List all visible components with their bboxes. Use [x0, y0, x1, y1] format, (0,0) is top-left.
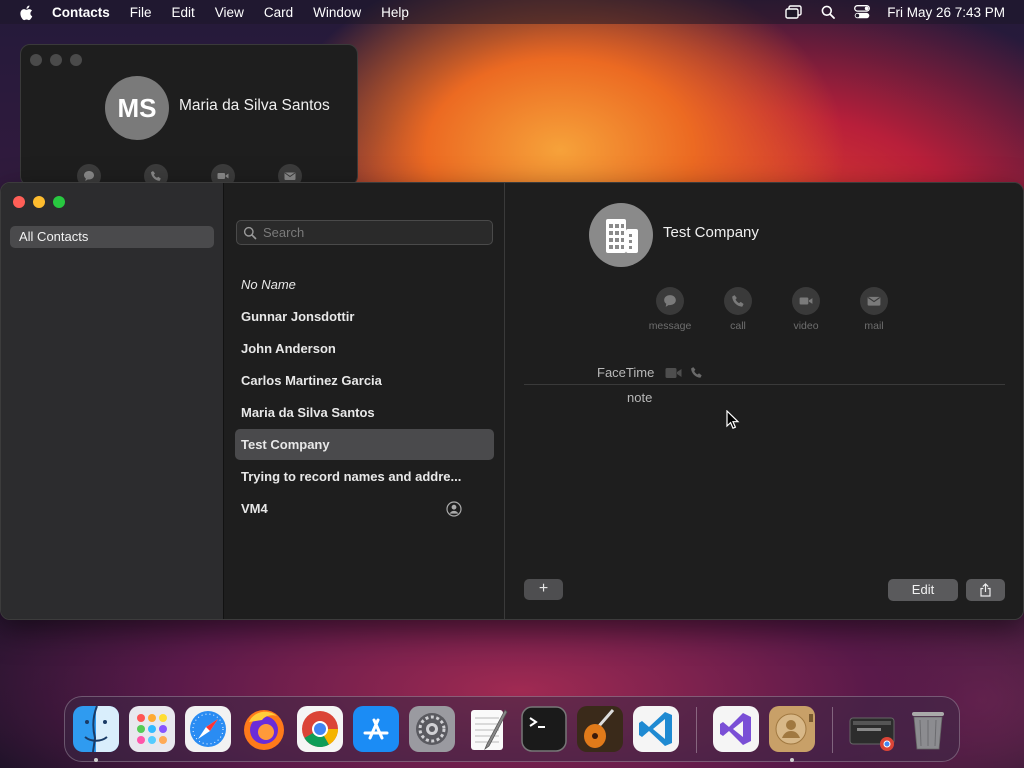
mail-action-button[interactable]: mail — [840, 287, 908, 332]
menu-bar: Contacts File Edit View Card Window Help… — [0, 0, 1024, 24]
search-input[interactable] — [263, 225, 483, 240]
contact-avatar: MS — [105, 76, 169, 140]
call-action-button[interactable]: call — [704, 287, 772, 332]
mail-icon — [867, 296, 881, 306]
divider — [524, 384, 1005, 385]
facetime-video-icon[interactable] — [665, 367, 682, 379]
dock-finder-icon[interactable] — [73, 706, 119, 752]
menu-edit[interactable]: Edit — [162, 5, 205, 20]
dock-launchpad-icon[interactable] — [129, 706, 175, 752]
contact-detail: Test Company message call video mail Fac… — [506, 183, 1023, 619]
running-indicator — [94, 758, 98, 762]
contact-title: Test Company — [663, 224, 759, 241]
minimize-window-button[interactable] — [33, 196, 45, 208]
dock — [64, 696, 960, 762]
building-icon — [606, 219, 638, 253]
apple-menu-icon[interactable] — [0, 3, 52, 20]
list-item-trying-to-record[interactable]: Trying to record names and addre... — [235, 461, 494, 492]
facetime-audio-icon[interactable] — [690, 366, 703, 379]
message-icon — [664, 295, 676, 307]
dock-app-store-icon[interactable] — [353, 706, 399, 752]
dock-divider — [832, 707, 833, 753]
screen-mirroring-icon[interactable] — [777, 5, 811, 19]
search-icon — [243, 226, 257, 239]
video-icon — [799, 297, 813, 305]
control-center-icon[interactable] — [845, 5, 879, 19]
dock-textedit-icon[interactable] — [465, 706, 511, 752]
contact-card-window[interactable]: MS Maria da Silva Santos — [20, 44, 358, 186]
zoom-window-button[interactable] — [70, 54, 82, 66]
dock-chrome-window-icon[interactable] — [849, 706, 895, 752]
contacts-window: All Contacts No Name Gunnar Jonsdottir J… — [0, 182, 1024, 620]
menu-card[interactable]: Card — [254, 5, 303, 20]
share-icon — [980, 583, 991, 597]
dock-garageband-icon[interactable] — [577, 706, 623, 752]
window-controls — [30, 54, 82, 66]
dock-system-settings-icon[interactable] — [409, 706, 455, 752]
close-window-button[interactable] — [13, 196, 25, 208]
search-field[interactable] — [236, 220, 493, 245]
edit-button[interactable]: Edit — [888, 579, 958, 601]
dock-vscode-icon[interactable] — [633, 706, 679, 752]
running-indicator — [790, 758, 794, 762]
list-item-no-name[interactable]: No Name — [235, 269, 494, 300]
company-avatar — [589, 203, 653, 267]
list-item-vm4[interactable]: VM4 — [235, 493, 494, 524]
dock-firefox-icon[interactable] — [241, 706, 287, 752]
mouse-cursor-icon — [726, 410, 740, 429]
facetime-label: FaceTime — [597, 365, 655, 380]
minimize-window-button[interactable] — [50, 54, 62, 66]
menu-file[interactable]: File — [120, 5, 162, 20]
sidebar-item-all-contacts[interactable]: All Contacts — [10, 226, 214, 248]
contact-list: No Name Gunnar Jonsdottir John Anderson … — [225, 183, 505, 619]
action-label: mail — [864, 320, 884, 332]
message-action-button[interactable]: message — [636, 287, 704, 332]
zoom-window-button[interactable] — [53, 196, 65, 208]
add-button[interactable]: + — [524, 579, 563, 600]
dock-chrome-icon[interactable] — [297, 706, 343, 752]
me-card-icon — [446, 501, 462, 517]
contact-actions: message call video mail — [636, 287, 908, 332]
menu-view[interactable]: View — [205, 5, 254, 20]
phone-icon — [732, 295, 744, 307]
dock-trash-icon[interactable] — [905, 706, 951, 752]
share-button[interactable] — [966, 579, 1005, 601]
action-label: call — [730, 320, 746, 332]
groups-sidebar: All Contacts — [1, 183, 224, 619]
menu-help[interactable]: Help — [371, 5, 419, 20]
dock-terminal-icon[interactable] — [521, 706, 567, 752]
dock-contacts-icon[interactable] — [769, 706, 815, 752]
contact-name: VM4 — [241, 501, 268, 516]
spotlight-search-icon[interactable] — [811, 5, 845, 19]
menu-window[interactable]: Window — [303, 5, 371, 20]
list-item-test-company[interactable]: Test Company — [235, 429, 494, 460]
list-item-gunnar-jonsdottir[interactable]: Gunnar Jonsdottir — [235, 301, 494, 332]
menu-clock[interactable]: Fri May 26 7:43 PM — [879, 5, 1024, 20]
list-item-carlos-martinez-garcia[interactable]: Carlos Martinez Garcia — [235, 365, 494, 396]
dock-divider — [696, 707, 697, 753]
contact-name: Maria da Silva Santos — [179, 97, 330, 114]
close-window-button[interactable] — [30, 54, 42, 66]
note-label[interactable]: note — [627, 390, 652, 405]
facetime-row: FaceTime — [506, 365, 1023, 385]
dock-safari-icon[interactable] — [185, 706, 231, 752]
action-label: video — [793, 320, 819, 332]
window-controls — [13, 196, 65, 208]
list-item-maria-da-silva-santos[interactable]: Maria da Silva Santos — [235, 397, 494, 428]
menu-app-name[interactable]: Contacts — [52, 5, 120, 20]
video-action-button[interactable]: video — [772, 287, 840, 332]
list-item-john-anderson[interactable]: John Anderson — [235, 333, 494, 364]
action-label: message — [648, 320, 692, 332]
dock-visual-studio-icon[interactable] — [713, 706, 759, 752]
